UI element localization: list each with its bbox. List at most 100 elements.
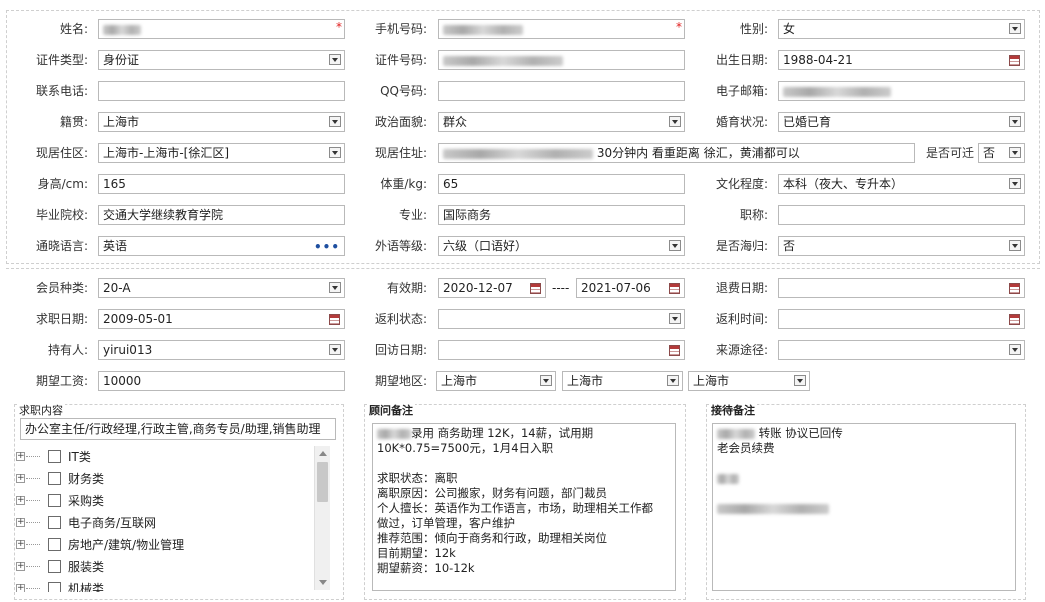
holder-select[interactable]: yirui013	[98, 340, 345, 360]
political-select[interactable]: 群众	[438, 112, 685, 132]
chevron-down-icon[interactable]	[667, 375, 679, 386]
checkbox[interactable]	[48, 538, 61, 551]
expand-icon[interactable]: +	[16, 474, 25, 483]
marital-select[interactable]: 已婚已育	[778, 112, 1025, 132]
chevron-down-icon[interactable]	[1009, 344, 1021, 355]
chevron-down-icon[interactable]	[794, 375, 806, 386]
job-category-tree: + IT类 + 财务类 + 采购类 + 电子商务/互联网 + 房地产/建筑/物业管理 + 服…	[16, 446, 332, 592]
holder-label: 持有人:	[47, 343, 88, 357]
expand-icon[interactable]: +	[16, 540, 25, 549]
scroll-down-icon[interactable]	[319, 580, 327, 585]
region-district-value: 上海市	[693, 374, 730, 388]
name-input[interactable]: *	[98, 19, 345, 39]
chevron-down-icon[interactable]	[1009, 240, 1021, 251]
source-select[interactable]	[778, 340, 1025, 360]
calendar-icon[interactable]	[1009, 55, 1020, 66]
chevron-down-icon[interactable]	[329, 147, 341, 158]
checkbox[interactable]	[48, 472, 61, 485]
tree-node[interactable]: + 机械类	[16, 578, 332, 592]
region-city-select[interactable]: 上海市	[562, 371, 683, 391]
language-input[interactable]: 英语 •••	[98, 236, 345, 256]
chevron-down-icon[interactable]	[669, 240, 681, 251]
email-label: 电子邮箱:	[715, 84, 768, 98]
chevron-down-icon[interactable]	[329, 344, 341, 355]
chevron-down-icon[interactable]	[329, 54, 341, 65]
refund-date-input[interactable]	[778, 278, 1025, 298]
checkbox[interactable]	[48, 450, 61, 463]
member-type-select[interactable]: 20-A	[98, 278, 345, 298]
chevron-down-icon[interactable]	[540, 375, 552, 386]
expand-icon[interactable]: +	[16, 452, 25, 461]
id-type-select[interactable]: 身份证	[98, 50, 345, 70]
region-district-select[interactable]: 上海市	[688, 371, 810, 391]
relocate-select[interactable]: 否	[978, 143, 1025, 163]
tree-node[interactable]: + 电子商务/互联网	[16, 512, 332, 534]
political-label: 政治面貌:	[374, 115, 427, 129]
consultant-notes-textarea[interactable]: 录用 商务助理 12K，14薪，试用期 10K*0.75=7500元，1月4日入…	[372, 423, 676, 591]
calendar-icon[interactable]	[1009, 314, 1020, 325]
tree-node[interactable]: + 房地产/建筑/物业管理	[16, 534, 332, 556]
returnee-select[interactable]: 否	[778, 236, 1025, 256]
expand-icon[interactable]: +	[16, 584, 25, 592]
rebate-time-input[interactable]	[778, 309, 1025, 329]
calendar-icon[interactable]	[1009, 283, 1020, 294]
qq-input[interactable]	[438, 81, 685, 101]
email-input[interactable]	[778, 81, 1025, 101]
chevron-down-icon[interactable]	[1009, 116, 1021, 127]
title-input[interactable]	[778, 205, 1025, 225]
validity-to-input[interactable]: 2021-07-06	[576, 278, 685, 298]
chevron-down-icon[interactable]	[1009, 23, 1021, 34]
native-place-select[interactable]: 上海市	[98, 112, 345, 132]
calendar-icon[interactable]	[669, 345, 680, 356]
language-level-select[interactable]: 六级（口语好）	[438, 236, 685, 256]
calendar-icon[interactable]	[530, 283, 541, 294]
validity-from-input[interactable]: 2020-12-07	[438, 278, 546, 298]
address-input[interactable]: 30分钟内 看重距离 徐汇，黄浦都可以	[438, 143, 915, 163]
note-line: 期望薪资：10-12k	[377, 561, 475, 575]
phone-input[interactable]	[98, 81, 345, 101]
salary-input[interactable]: 10000	[98, 371, 345, 391]
scroll-thumb[interactable]	[317, 462, 328, 502]
checkbox[interactable]	[48, 582, 61, 592]
birth-date-input[interactable]: 1988-04-21	[778, 50, 1025, 70]
date-range-separator: ----	[552, 281, 570, 295]
expand-icon[interactable]: +	[16, 518, 25, 527]
chevron-down-icon[interactable]	[329, 282, 341, 293]
gender-select[interactable]: 女	[778, 19, 1025, 39]
checkbox[interactable]	[48, 560, 61, 573]
chevron-down-icon[interactable]	[329, 116, 341, 127]
calendar-icon[interactable]	[329, 314, 340, 325]
rebate-status-select[interactable]	[438, 309, 685, 329]
tree-node[interactable]: + 采购类	[16, 490, 332, 512]
mobile-input[interactable]: *	[438, 19, 685, 39]
tree-node[interactable]: + 财务类	[16, 468, 332, 490]
major-input[interactable]: 国际商务	[438, 205, 685, 225]
reception-notes-textarea[interactable]: 转账 协议已回传 老会员续费	[712, 423, 1016, 591]
tree-scrollbar[interactable]	[314, 446, 330, 590]
chevron-down-icon[interactable]	[669, 313, 681, 324]
tree-node[interactable]: + IT类	[16, 446, 332, 468]
visit-date-input[interactable]	[438, 340, 685, 360]
tree-node-label: 电子商务/互联网	[68, 516, 157, 530]
job-date-input[interactable]: 2009-05-01	[98, 309, 345, 329]
expand-icon[interactable]: +	[16, 562, 25, 571]
checkbox[interactable]	[48, 516, 61, 529]
more-icon[interactable]: •••	[314, 238, 340, 255]
height-input[interactable]: 165	[98, 174, 345, 194]
chevron-down-icon[interactable]	[1009, 147, 1021, 158]
id-number-input[interactable]	[438, 50, 685, 70]
tree-node[interactable]: + 服装类	[16, 556, 332, 578]
salary-label: 期望工资:	[35, 374, 88, 388]
education-select[interactable]: 本科（夜大、专升本）	[778, 174, 1025, 194]
school-input[interactable]: 交通大学继续教育学院	[98, 205, 345, 225]
checkbox[interactable]	[48, 494, 61, 507]
chevron-down-icon[interactable]	[1009, 178, 1021, 189]
scroll-up-icon[interactable]	[319, 451, 327, 456]
residence-area-select[interactable]: 上海市-上海市-[徐汇区]	[98, 143, 345, 163]
language-value: 英语	[103, 239, 128, 253]
chevron-down-icon[interactable]	[669, 116, 681, 127]
region-province-select[interactable]: 上海市	[436, 371, 556, 391]
expand-icon[interactable]: +	[16, 496, 25, 505]
weight-input[interactable]: 65	[438, 174, 685, 194]
calendar-icon[interactable]	[669, 283, 680, 294]
